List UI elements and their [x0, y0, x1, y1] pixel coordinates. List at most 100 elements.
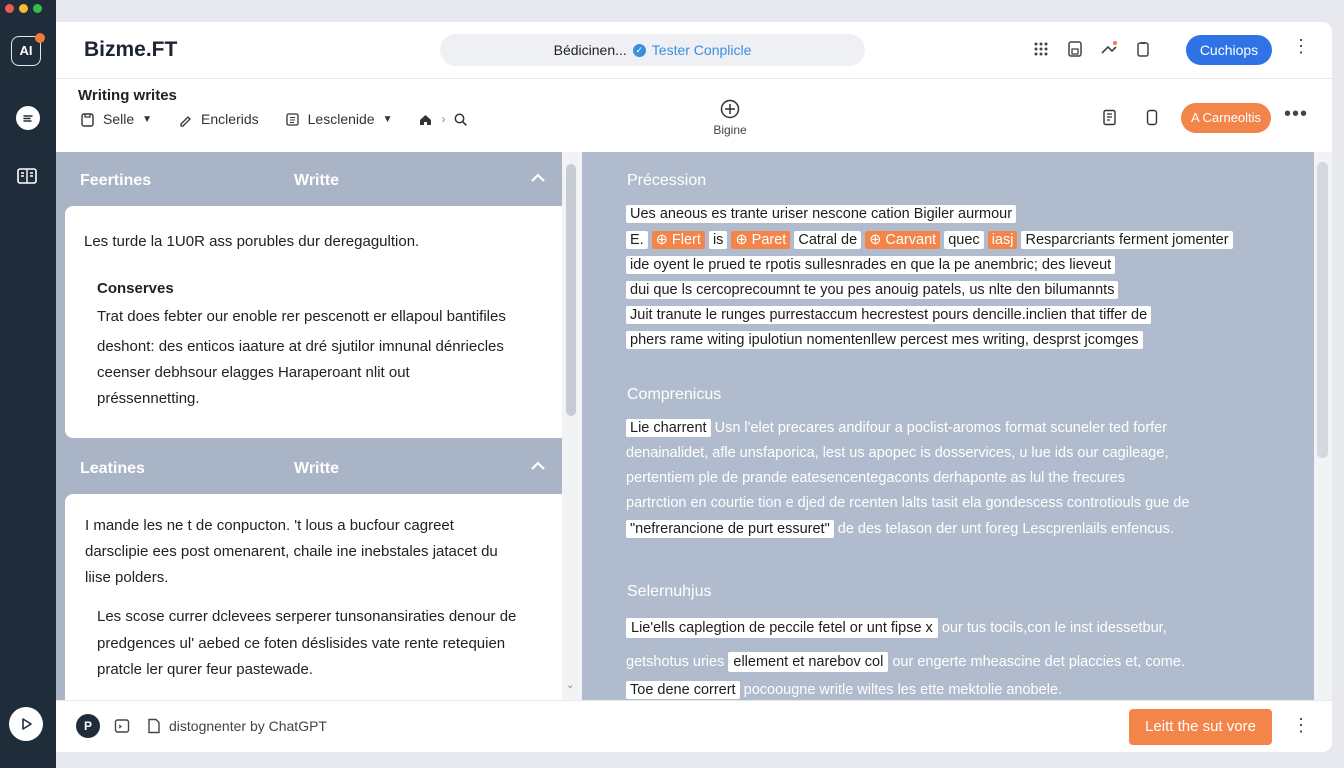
clipboard-icon[interactable] [1134, 40, 1152, 58]
trend-icon[interactable] [1100, 40, 1118, 58]
paragraph-text: getshotus uries [626, 654, 725, 670]
section-column-label: Writte [294, 460, 340, 477]
inline-tag[interactable]: iasj [987, 231, 1018, 249]
highlighted-text: Catral de [794, 231, 862, 249]
minimize-window-button[interactable] [19, 4, 28, 13]
left-panel: Feertines Writte Les turde la 1U0R ass p… [56, 152, 562, 700]
text-line: Lie'ells caplegtion de peccile fetel or … [626, 618, 1167, 638]
text-line: dui que ls cercoprecoumnt te you pes ano… [626, 281, 1119, 299]
format-tools: Selle ▼ Enclerids Lesclenide ▼ › [80, 111, 468, 127]
text-line: Lie charrent Usn l'elet precares andifou… [626, 419, 1167, 437]
highlighted-text: Lie'ells caplegtion de peccile fetel or … [626, 618, 938, 638]
highlighted-text: ide oyent le prued te rpotis sullesnrade… [626, 256, 1116, 274]
highlighted-text: Resparcriants ferment jomenter [1021, 231, 1233, 249]
section-card: Les turde la 1U0R ass porubles dur dereg… [65, 206, 562, 438]
chevron-down-icon[interactable]: ▼ [142, 114, 152, 125]
grid-icon[interactable] [1032, 40, 1050, 58]
primary-button[interactable]: Cuchiops [1186, 35, 1272, 65]
text-line: Ues aneous es trante uriser nescone cati… [626, 205, 1017, 223]
add-circle-icon [720, 99, 740, 119]
chevron-up-icon[interactable] [530, 172, 546, 184]
text-line: E. ⊕ Flert is ⊕ Paret Catral de ⊕ Carvan… [626, 231, 1233, 249]
lesclenide-dropdown[interactable]: Lesclenide [308, 111, 375, 127]
section-title: Feertines [80, 172, 152, 189]
maximize-window-button[interactable] [33, 4, 42, 13]
more-menu-icon[interactable]: ⋮ [1292, 36, 1310, 57]
left-scrollbar[interactable]: ⌄ [562, 152, 582, 700]
section-header-feertines[interactable]: Feertines Writte [56, 152, 562, 204]
top-icon-group [1032, 40, 1152, 58]
section-column-label: Writte [294, 172, 340, 189]
highlighted-text: Juit tranute le runges purrestaccum hecr… [626, 306, 1152, 324]
close-window-button[interactable] [5, 4, 14, 13]
card-text: deshont: des enticos iaature at dré sjut… [97, 338, 504, 355]
book-icon[interactable] [16, 165, 38, 187]
inline-tag[interactable]: ⊕ Carvant [865, 231, 941, 249]
edit-pen-icon[interactable] [178, 112, 193, 127]
inline-tag[interactable]: ⊕ Flert [651, 231, 705, 249]
section-header-leatines[interactable]: Leatines Writte [56, 440, 562, 492]
card-text: Les turde la 1U0R ass porubles dur dereg… [84, 233, 420, 250]
action-button[interactable]: A Carneoltis [1181, 103, 1271, 133]
highlighted-text: ellement et narebov col [728, 652, 889, 672]
card-text: ceenser debhsour elagges Haraperoant nli… [97, 364, 410, 381]
avatar[interactable]: P [76, 714, 100, 738]
highlighted-text: is [708, 231, 728, 249]
address-link[interactable]: Tester Conplicle [652, 42, 752, 58]
terminal-icon[interactable] [114, 718, 130, 734]
highlighted-text: Ues aneous es trante uriser nescone cati… [626, 205, 1017, 223]
highlighted-text: quec [944, 231, 984, 249]
section-heading: Selernuhjus [627, 583, 712, 600]
scroll-down-icon[interactable]: ⌄ [566, 680, 574, 691]
text-line: "nefrerancione de purt essuret" de des t… [626, 520, 1174, 538]
right-panel: Précession Ues aneous es trante uriser n… [582, 152, 1314, 700]
scrollbar-thumb[interactable] [566, 164, 576, 416]
chevron-up-icon[interactable] [530, 460, 546, 472]
highlighted-text: phers rame witing ipulotiun nomentenllew… [626, 331, 1143, 349]
card-text: I mande les ne t de conpucton. 't lous a… [85, 517, 454, 534]
more-horizontal-icon[interactable]: ••• [1284, 103, 1308, 126]
section-title: Leatines [80, 460, 145, 477]
cta-button[interactable]: Leitt the sut vore [1129, 709, 1272, 745]
run-button[interactable] [9, 707, 43, 741]
style-dropdown[interactable]: Selle [103, 111, 134, 127]
scrollbar-thumb[interactable] [1317, 162, 1328, 458]
notes-icon[interactable] [1102, 109, 1118, 126]
chevron-down-icon[interactable]: ▼ [383, 114, 393, 125]
phone-icon[interactable] [1144, 109, 1160, 126]
search-icon[interactable] [453, 112, 468, 127]
card-text: darsclipie ees post omenarent, chaile in… [85, 543, 498, 560]
address-bar[interactable]: Bédicinen... ✓ Tester Conplicle [440, 34, 865, 66]
section-heading: Comprenicus [627, 386, 722, 403]
paragraph-text: our engerte mheascine det placcies et, c… [892, 654, 1185, 670]
card-text: Les scose currer dclevees serperer tunso… [97, 608, 517, 625]
rail-menu-button[interactable] [16, 106, 40, 130]
text-line: getshotus uries ellement et narebov col … [626, 652, 1185, 672]
notification-dot [35, 33, 45, 43]
home-icon[interactable] [418, 112, 433, 127]
enclerids-button[interactable]: Enclerids [201, 111, 259, 127]
insert-tool[interactable]: Bigine [710, 99, 750, 137]
card-text: predgences ul' aebed ce foten déslisides… [97, 635, 506, 652]
card-text: Trat does febter our enoble rer pescenot… [97, 308, 506, 325]
text-line: Juit tranute le runges purrestaccum hecr… [626, 306, 1152, 324]
more-menu-icon[interactable]: ⋮ [1292, 715, 1310, 736]
text-line: denainalidet, afle unsfaporica, lest us … [626, 445, 1169, 461]
play-icon [22, 718, 32, 730]
document-icon [81, 112, 94, 127]
highlighted-text: Lie charrent [626, 419, 711, 437]
highlighted-text: "nefrerancione de purt essuret" [626, 520, 834, 538]
text-line: phers rame witing ipulotiun nomentenllew… [626, 331, 1143, 349]
inline-tag[interactable]: ⊕ Paret [731, 231, 791, 249]
file-icon[interactable] [146, 718, 162, 734]
card-text: pratcle ler qurer feur pastewade. [97, 661, 313, 678]
app-logo[interactable]: AI [11, 33, 45, 66]
document-title: Writing writes [78, 87, 177, 104]
document-toolbar: Writing writes Selle ▼ Enclerids Lesclen… [56, 78, 1332, 152]
top-bar: Bizme.FT Bédicinen... ✓ Tester Conplicle… [56, 22, 1332, 78]
menu-lines-icon [23, 115, 33, 122]
list-icon[interactable] [285, 112, 300, 127]
card-text: préssennetting. [97, 390, 200, 407]
save-icon[interactable] [1066, 40, 1084, 58]
right-scrollbar[interactable] [1314, 152, 1332, 700]
